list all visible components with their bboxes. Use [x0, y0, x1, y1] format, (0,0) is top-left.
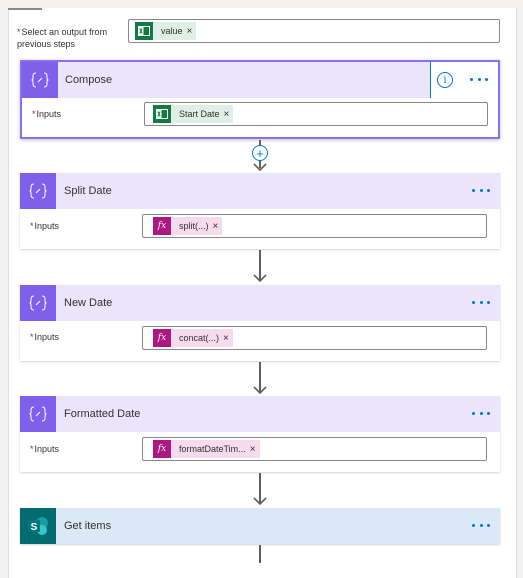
arrow-down-icon [253, 274, 267, 282]
split-date-inputs-field[interactable]: fx split(...) × [142, 214, 487, 238]
formatted-date-inputs-field[interactable]: fx formatDateTim... × [142, 437, 487, 461]
compose-action-icon [22, 62, 58, 98]
compose-card-header[interactable]: Compose [22, 62, 431, 98]
fx-icon: fx [153, 217, 171, 235]
new-date-card[interactable]: New Date *Inputs fx concat(...) × [20, 285, 500, 361]
remove-token-icon[interactable]: × [187, 26, 197, 37]
new-date-card-header[interactable]: New Date [20, 285, 500, 321]
formatted-date-card-header[interactable]: Formatted Date [20, 396, 500, 432]
new-date-more-icon[interactable] [472, 294, 490, 310]
get-items-card-header[interactable]: S Get items [20, 508, 500, 544]
compose-action-icon [20, 285, 56, 321]
select-output-field[interactable]: value × [128, 19, 500, 43]
get-items-more-icon[interactable] [472, 517, 490, 533]
remove-token-icon[interactable]: × [223, 333, 233, 344]
fx-icon: fx [153, 440, 171, 458]
formatted-date-card-title: Formatted Date [64, 408, 141, 420]
new-date-inputs-label: *Inputs [30, 332, 60, 342]
info-icon[interactable]: i [437, 72, 453, 88]
split-date-card-header[interactable]: Split Date [20, 173, 500, 209]
compose-inputs-field[interactable]: Start Date × [144, 102, 488, 126]
remove-token-icon[interactable]: × [224, 109, 234, 120]
add-step-icon[interactable]: + [252, 145, 268, 161]
excel-icon [153, 105, 171, 123]
scope-top-edge [8, 0, 42, 10]
compose-more-icon[interactable] [470, 71, 488, 87]
arrow-down-icon [253, 386, 267, 394]
get-items-card[interactable]: S Get items [20, 508, 500, 544]
split-expression-token[interactable]: fx split(...) × [153, 217, 223, 235]
fx-icon: fx [153, 329, 171, 347]
new-date-card-title: New Date [64, 297, 113, 309]
formatdatetime-expression-token[interactable]: fx formatDateTim... × [153, 440, 260, 458]
svg-text:S: S [31, 522, 38, 533]
start-date-token[interactable]: Start Date × [153, 105, 234, 123]
excel-icon [135, 22, 153, 40]
formatted-date-inputs-label: *Inputs [30, 444, 60, 454]
split-date-card[interactable]: Split Date *Inputs fx split(...) × [20, 173, 500, 249]
split-date-inputs-label: *Inputs [30, 221, 60, 231]
split-date-card-title: Split Date [64, 185, 112, 197]
new-date-inputs-field[interactable]: fx concat(...) × [142, 326, 487, 350]
select-output-label: *Select an output from previous steps [17, 27, 108, 49]
formatted-date-more-icon[interactable] [472, 405, 490, 421]
compose-action-icon [20, 173, 56, 209]
compose-card[interactable]: Compose i *Inputs Start Date × [20, 60, 500, 139]
arrow-down-icon [253, 163, 267, 171]
formatted-date-card[interactable]: Formatted Date *Inputs fx formatDateTim.… [20, 396, 500, 472]
compose-inputs-label: *Inputs [32, 109, 62, 119]
arrow-down-icon [253, 497, 267, 505]
remove-token-icon[interactable]: × [213, 221, 223, 232]
compose-action-icon [20, 396, 56, 432]
get-items-card-title: Get items [64, 520, 112, 532]
connector-line [259, 545, 261, 563]
concat-expression-token[interactable]: fx concat(...) × [153, 329, 233, 347]
sharepoint-icon: S [20, 508, 56, 544]
remove-token-icon[interactable]: × [250, 444, 260, 455]
compose-card-title: Compose [65, 74, 113, 86]
split-date-more-icon[interactable] [472, 182, 490, 198]
value-token[interactable]: value × [135, 22, 197, 40]
